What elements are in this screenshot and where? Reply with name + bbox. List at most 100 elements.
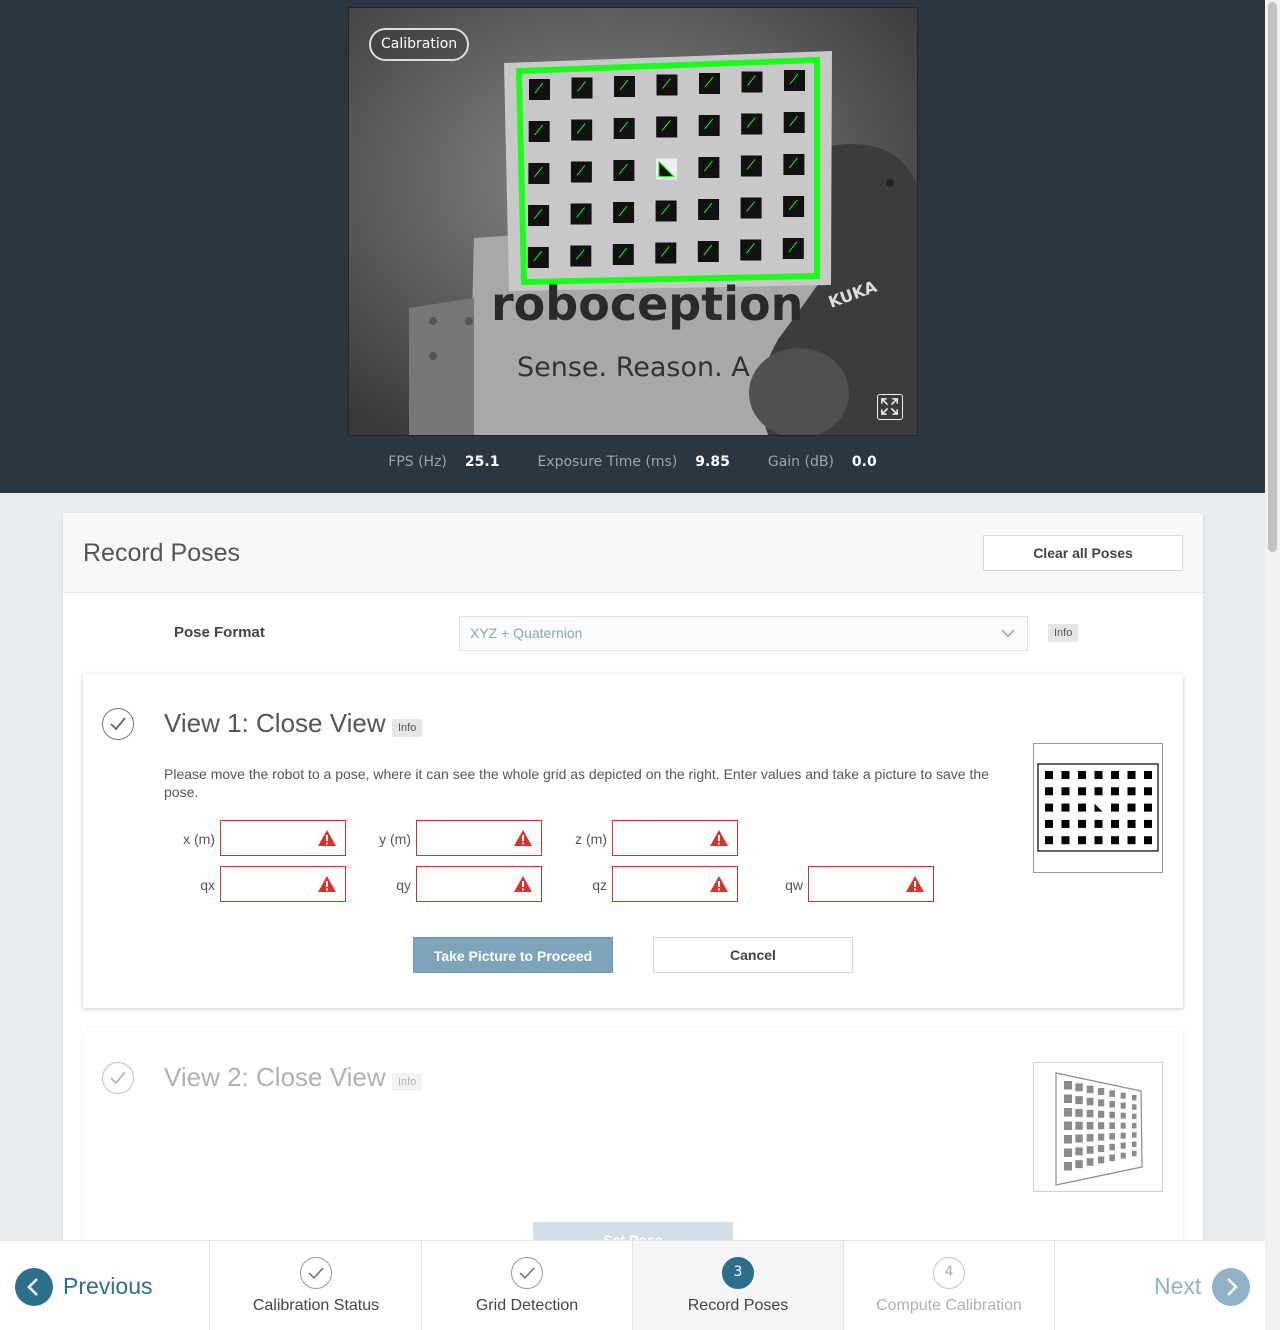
grid-square [570,245,592,267]
thumbnail-square [1094,819,1103,828]
thumbnail-square [1098,1110,1105,1118]
step-grid-detection[interactable]: Grid Detection [422,1241,633,1330]
thumbnail-square [1064,1081,1072,1090]
thumbnail-square [1075,1096,1083,1105]
previous-button[interactable]: Previous [0,1241,210,1330]
thumbnail-square [1127,819,1136,828]
y-label: y (m) [379,831,411,847]
thumbnail-square [1078,771,1086,779]
thumbnail-square [1132,1113,1137,1120]
thumbnail-square [1045,787,1053,796]
previous-label: Previous [63,1273,153,1299]
thumbnail-square [1075,1108,1083,1117]
page-scrollbar[interactable] [1265,0,1280,1330]
thumbnail-square [1064,1094,1072,1103]
thumbnail-square [1132,1104,1137,1110]
pose-format-select[interactable]: XYZ + Quaternion [459,616,1028,651]
thumbnail-square [1144,819,1152,828]
z-input[interactable] [612,820,738,856]
qy-input[interactable] [416,866,542,902]
camera-image: roboception Sense. Reason. A KUKA Calibr… [348,7,918,436]
view-2-card: View 2: Close View Info Set Pose [83,1028,1183,1268]
thumbnail-square [1078,836,1086,845]
grid-square [613,160,635,181]
thumbnail-square [1045,803,1053,812]
view-2-check-icon [102,1062,134,1094]
grid-square [612,244,634,265]
qz-input[interactable] [612,866,738,902]
grid-square [740,239,762,261]
camera-stats: FPS (Hz) 25.1 Exposure Time (ms) 9.85 Gain (… [0,454,1265,470]
thumbnail-square [1120,1102,1126,1109]
thumbnail-square [1064,1162,1072,1171]
thumbnail-square [1078,819,1086,828]
view-1-description: Please move the robot to a pose, where i… [164,766,989,800]
thumbnail-square [1127,836,1136,845]
step-calibration-status[interactable]: Calibration Status [211,1241,422,1330]
qw-input[interactable] [808,866,934,902]
thumbnail-square [1061,771,1070,779]
step-record-poses[interactable]: 3 Record Poses [633,1241,844,1330]
grid-square [655,200,677,222]
view-1-info-button[interactable]: Info [392,719,423,737]
step-label: Compute Calibration [876,1297,1022,1314]
x-label: x (m) [183,831,215,847]
camera-section: roboception Sense. Reason. A KUKA Calibr… [0,0,1265,493]
record-poses-panel: Record Poses Clear all Poses Pose Format… [63,513,1203,1268]
check-icon [511,1257,543,1289]
thumbnail-square [1078,787,1086,796]
grid-square [740,197,762,219]
thumbnail-square [1109,1090,1115,1097]
thumbnail-square [1120,1092,1126,1099]
thumbnail-square [1132,1095,1137,1101]
thumbnail-square [1144,771,1152,779]
scrollbar-thumb[interactable] [1268,2,1277,552]
pose-format-info-button[interactable]: Info [1048,624,1079,642]
grid-square [655,242,677,264]
grid-square [656,116,678,138]
thumbnail-square [1127,771,1136,779]
view-1-check-icon [102,708,134,740]
fps-value: 25.1 [464,454,500,470]
calibration-badge[interactable]: Calibration [369,28,470,61]
thumbnail-square [1094,771,1103,779]
qx-input[interactable] [220,866,346,902]
thumbnail-square [1086,1085,1094,1094]
thumbnail-square [1061,803,1070,812]
grid-square [782,238,804,259]
warning-icon [514,876,532,892]
thumbnail-square [1086,1146,1094,1154]
thumbnail-square [1075,1147,1083,1156]
step-number: 4 [933,1257,965,1289]
thumbnail-square [1086,1109,1094,1118]
fps-label: FPS (Hz) [388,454,447,470]
next-button[interactable]: Next [1055,1241,1265,1330]
view-2-info-button[interactable]: Info [392,1073,423,1091]
y-input[interactable] [416,820,542,856]
thumbnail-square [1111,787,1119,796]
x-input[interactable] [220,820,346,856]
thumbnail-square [1120,1152,1126,1159]
cancel-button[interactable]: Cancel [653,937,853,973]
clear-all-poses-button[interactable]: Clear all Poses [983,535,1183,571]
fullscreen-icon[interactable] [877,394,903,420]
exposure-value: 9.85 [695,454,730,470]
thumbnail-square [1127,787,1136,796]
thumbnail-square [1075,1083,1083,1092]
thumbnail-square [1132,1150,1137,1157]
take-picture-button[interactable]: Take Picture to Proceed [413,937,613,973]
thumbnail-square [1075,1134,1083,1143]
thumbnail-square [1109,1143,1115,1151]
thumbnail-square [1075,1121,1083,1130]
step-compute-calibration[interactable]: 4 Compute Calibration [844,1241,1055,1330]
z-label: z (m) [575,831,607,847]
check-icon [300,1257,332,1289]
thumbnail-square [1120,1142,1126,1149]
thumbnail-square [1098,1122,1105,1130]
thumbnail-square [1086,1097,1094,1106]
thumbnail-square [1086,1134,1094,1142]
grid-square [698,115,720,136]
thumbnail-square [1086,1158,1094,1166]
thumbnail-square [1064,1108,1072,1117]
grid-square [741,113,763,135]
